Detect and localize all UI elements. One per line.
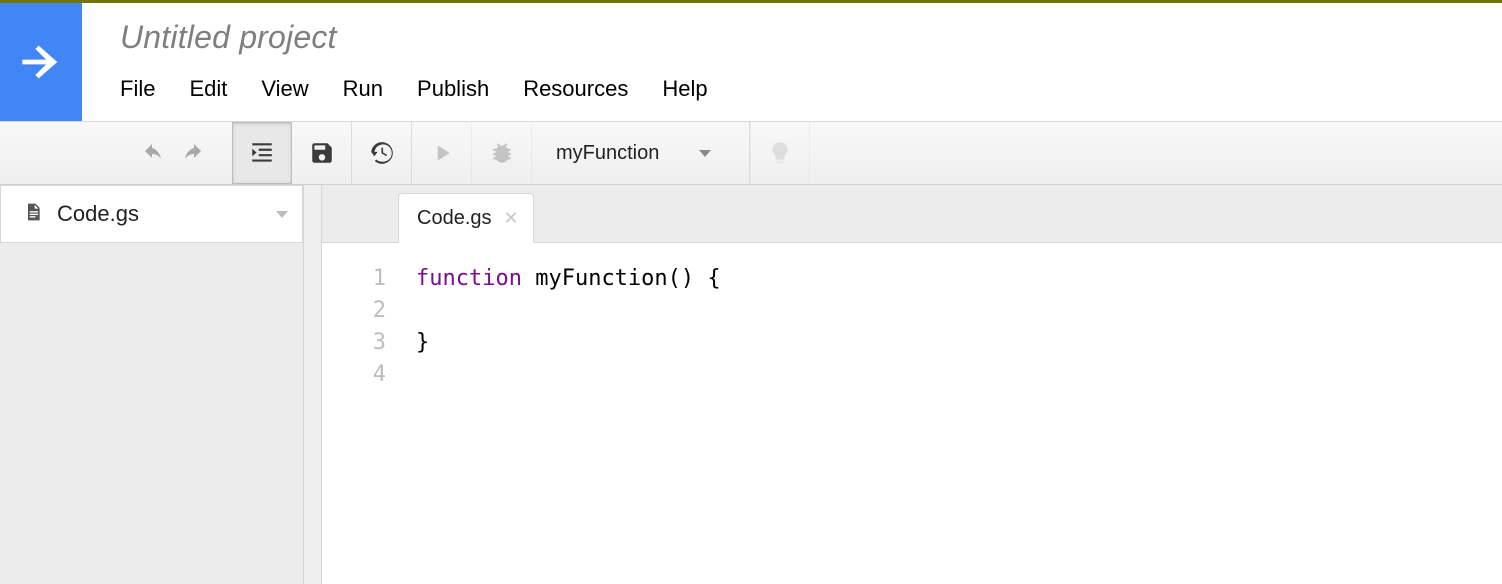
undo-icon[interactable]: [140, 144, 164, 162]
line-number: 2: [322, 295, 386, 327]
app-header: Untitled project File Edit View Run Publ…: [0, 3, 1502, 121]
undo-redo-group: [114, 122, 232, 184]
redo-icon[interactable]: [182, 144, 206, 162]
code-keyword: function: [416, 266, 522, 291]
debug-button[interactable]: [472, 122, 532, 184]
sidebar-file-entry[interactable]: Code.gs: [0, 185, 303, 243]
toolbar: myFunction: [0, 121, 1502, 185]
arrow-right-icon: [13, 34, 69, 90]
menu-view[interactable]: View: [261, 76, 308, 102]
main-split: Code.gs Code.gs ✕ 1 2 3 4 function myFun…: [0, 185, 1502, 584]
chevron-down-icon: [699, 150, 711, 157]
play-icon: [429, 140, 455, 166]
line-number: 4: [322, 359, 386, 391]
bug-icon: [489, 140, 515, 166]
lightbulb-button[interactable]: [750, 122, 810, 184]
code-pane[interactable]: 1 2 3 4 function myFunction() { }: [322, 243, 1502, 584]
menu-bar: File Edit View Run Publish Resources Hel…: [120, 76, 1502, 102]
indent-button[interactable]: [232, 122, 292, 184]
menu-edit[interactable]: Edit: [189, 76, 227, 102]
function-select[interactable]: myFunction: [532, 122, 750, 184]
menu-publish[interactable]: Publish: [417, 76, 489, 102]
file-sidebar: Code.gs: [0, 185, 304, 584]
editor-tabstrip: Code.gs ✕: [322, 185, 1502, 243]
line-number: 1: [322, 263, 386, 295]
save-button[interactable]: [292, 122, 352, 184]
editor-area: Code.gs ✕ 1 2 3 4 function myFunction() …: [322, 185, 1502, 584]
close-icon[interactable]: ✕: [504, 209, 519, 227]
triggers-button[interactable]: [352, 122, 412, 184]
chevron-down-icon[interactable]: [276, 211, 288, 218]
line-number: 3: [322, 327, 386, 359]
menu-help[interactable]: Help: [662, 76, 707, 102]
code-token: myFunction() {: [522, 266, 721, 291]
code-text[interactable]: function myFunction() { }: [400, 243, 721, 584]
menu-resources[interactable]: Resources: [523, 76, 628, 102]
editor-tab[interactable]: Code.gs ✕: [398, 193, 534, 243]
project-title[interactable]: Untitled project: [120, 19, 1502, 56]
indent-icon: [249, 140, 275, 166]
file-icon: [23, 200, 43, 229]
header-right: Untitled project File Edit View Run Publ…: [82, 3, 1502, 121]
lightbulb-icon: [767, 140, 793, 166]
menu-file[interactable]: File: [120, 76, 155, 102]
sidebar-file-name: Code.gs: [57, 201, 262, 227]
editor-tab-label: Code.gs: [417, 207, 492, 230]
function-select-label: myFunction: [556, 142, 659, 165]
run-button[interactable]: [412, 122, 472, 184]
code-token: }: [416, 330, 429, 355]
splitter-gutter[interactable]: [304, 185, 322, 584]
apps-script-logo[interactable]: [0, 3, 82, 121]
save-icon: [309, 140, 335, 166]
menu-run[interactable]: Run: [343, 76, 383, 102]
code-token: [416, 298, 443, 323]
clock-bubble-icon: [369, 140, 395, 166]
line-number-gutter: 1 2 3 4: [322, 243, 400, 584]
